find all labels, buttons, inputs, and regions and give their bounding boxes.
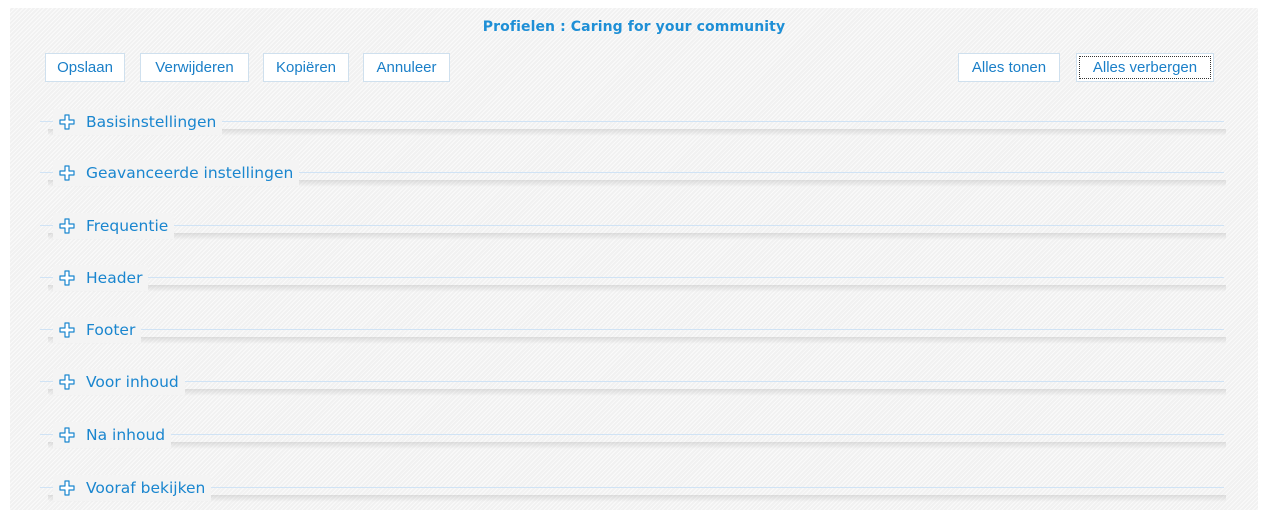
section-footer: Footer [40, 317, 1226, 347]
section-label: Vooraf bekijken [86, 479, 206, 497]
section-shadow [48, 129, 1226, 136]
plus-icon [59, 374, 75, 390]
section-advanced-settings: Geavanceerde instellingen [40, 160, 1226, 190]
section-shadow [48, 285, 1226, 292]
plus-icon [59, 114, 75, 130]
section-toggle[interactable]: Header [53, 265, 149, 291]
plus-icon [59, 218, 75, 234]
plus-icon [59, 165, 75, 181]
show-all-button[interactable]: Alles tonen [958, 53, 1060, 82]
section-divider [40, 381, 1224, 382]
page-title: Profielen : Caring for your community [482, 19, 786, 35]
section-preview: Vooraf bekijken [40, 475, 1226, 505]
section-frequency: Frequentie [40, 213, 1226, 243]
plus-icon [59, 322, 75, 338]
plus-icon [59, 427, 75, 443]
save-button[interactable]: Opslaan [45, 53, 125, 82]
hide-all-button[interactable]: Alles verbergen [1076, 53, 1214, 82]
section-label: Na inhoud [86, 426, 166, 444]
section-label: Basisinstellingen [86, 113, 217, 131]
section-basic-settings: Basisinstellingen [40, 109, 1226, 139]
section-divider [40, 487, 1224, 488]
section-before-content: Voor inhoud [40, 369, 1226, 399]
copy-button[interactable]: Kopiëren [263, 53, 349, 82]
section-divider [40, 225, 1224, 226]
section-toggle[interactable]: Na inhoud [53, 422, 172, 448]
section-label: Header [86, 269, 143, 287]
profile-panel: Profielen : Caring for your community Op… [10, 8, 1258, 510]
delete-button[interactable]: Verwijderen [140, 53, 249, 82]
section-label: Voor inhoud [86, 373, 179, 391]
section-shadow [48, 233, 1226, 240]
section-toggle[interactable]: Vooraf bekijken [53, 475, 212, 501]
plus-icon [59, 480, 75, 496]
section-after-content: Na inhoud [40, 422, 1226, 452]
section-toggle[interactable]: Footer [53, 317, 142, 343]
section-toggle[interactable]: Frequentie [53, 213, 175, 239]
section-header: Header [40, 265, 1226, 295]
section-label: Frequentie [86, 217, 169, 235]
section-toggle[interactable]: Voor inhoud [53, 369, 185, 395]
section-toggle[interactable]: Basisinstellingen [53, 109, 223, 135]
cancel-button[interactable]: Annuleer [363, 53, 450, 82]
section-label: Footer [86, 321, 136, 339]
section-divider [40, 329, 1224, 330]
section-shadow [48, 442, 1226, 449]
section-shadow [48, 495, 1226, 502]
section-divider [40, 434, 1224, 435]
section-toggle[interactable]: Geavanceerde instellingen [53, 160, 300, 186]
plus-icon [59, 270, 75, 286]
section-label: Geavanceerde instellingen [86, 164, 294, 182]
section-divider [40, 277, 1224, 278]
section-shadow [48, 389, 1226, 396]
section-shadow [48, 337, 1226, 344]
